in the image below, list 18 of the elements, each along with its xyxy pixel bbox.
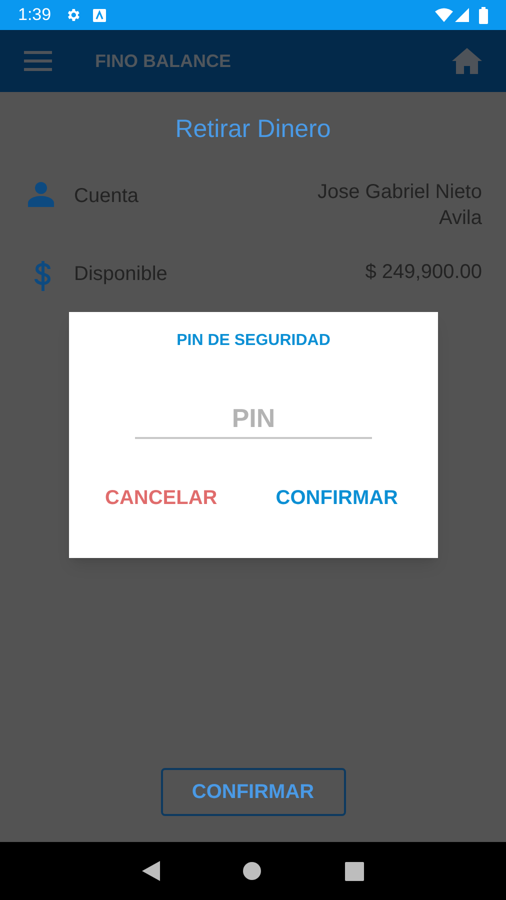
status-time: 1:39 bbox=[18, 4, 52, 26]
app-notification-icon bbox=[93, 8, 106, 22]
wifi-icon bbox=[435, 8, 453, 22]
person-icon bbox=[28, 180, 54, 206]
cancel-button[interactable]: CANCELAR bbox=[105, 483, 218, 513]
confirm-dialog-button[interactable]: CONFIRMAR bbox=[276, 483, 398, 513]
back-icon[interactable] bbox=[142, 861, 160, 881]
home-button-icon[interactable] bbox=[243, 862, 262, 880]
dialog-title: PIN DE SEGURIDAD bbox=[176, 331, 330, 351]
page-title: Retirar Dinero bbox=[175, 114, 331, 145]
settings-icon bbox=[65, 7, 82, 23]
recents-icon[interactable] bbox=[345, 862, 364, 880]
app-title: FINO BALANCE bbox=[95, 50, 232, 72]
dollar-icon bbox=[34, 260, 52, 290]
pin-field[interactable]: PIN bbox=[135, 399, 372, 439]
signal-icon bbox=[455, 8, 469, 22]
battery-icon bbox=[479, 6, 488, 24]
confirm-button[interactable]: CONFIRMAR bbox=[160, 768, 346, 816]
